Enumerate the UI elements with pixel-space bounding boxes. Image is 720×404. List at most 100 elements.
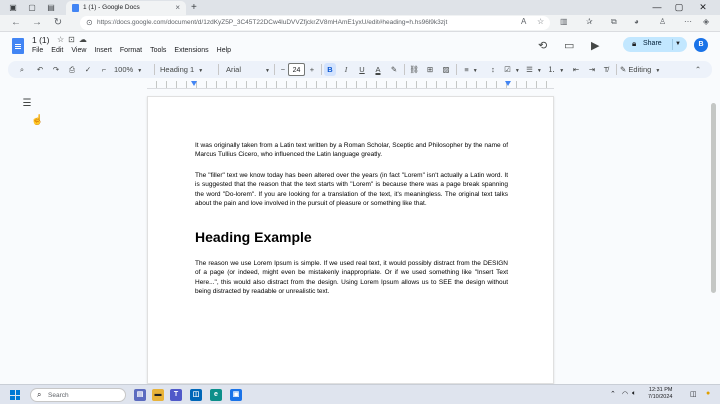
split-screen-icon[interactable]: ▥ bbox=[560, 17, 568, 26]
menu-format[interactable]: Format bbox=[120, 47, 142, 54]
url-input[interactable]: ⊙ https://docs.google.com/document/d/1zd… bbox=[80, 16, 550, 30]
body-paragraph[interactable]: The reason we use Lorem Ipsum is simple.… bbox=[195, 259, 508, 296]
volume-icon[interactable]: 🔈︎ bbox=[632, 390, 636, 398]
new-tab-icon[interactable]: + bbox=[191, 2, 197, 13]
right-indent-marker[interactable] bbox=[505, 81, 511, 86]
menu-file[interactable]: File bbox=[32, 47, 43, 54]
search-menus-icon[interactable]: ⌕ bbox=[16, 63, 28, 76]
window-menu-icon[interactable]: ▣ bbox=[8, 3, 18, 12]
italic-button[interactable]: I bbox=[340, 63, 352, 76]
maximize-icon[interactable]: ▢ bbox=[672, 2, 686, 13]
browser-extension-icon[interactable]: ◕ bbox=[634, 17, 639, 26]
style-select[interactable]: Heading 1 ▼ bbox=[160, 63, 214, 76]
teams-icon[interactable]: T bbox=[170, 389, 182, 401]
numbered-list-icon[interactable]: ⒈ ▼ bbox=[546, 63, 566, 76]
wifi-icon[interactable]: ◠ bbox=[622, 390, 628, 398]
reader-icon[interactable]: A bbox=[521, 17, 526, 26]
bulleted-list-icon[interactable]: ☰ ▼ bbox=[524, 63, 544, 76]
collapse-toolbar-icon[interactable]: ⌃ bbox=[692, 63, 704, 76]
text-color-button[interactable]: A bbox=[372, 63, 384, 76]
forward-icon[interactable]: → bbox=[31, 17, 43, 28]
menu-edit[interactable]: Edit bbox=[51, 47, 63, 54]
close-tab-icon[interactable]: × bbox=[175, 3, 180, 12]
more-options-icon[interactable]: ⋯ bbox=[684, 17, 692, 26]
reload-icon[interactable]: ↻ bbox=[52, 17, 64, 28]
increase-indent-icon[interactable]: ⇥ bbox=[586, 63, 598, 76]
scrollbar-thumb[interactable] bbox=[711, 103, 716, 293]
line-spacing-icon[interactable]: ↕ bbox=[486, 63, 500, 76]
spellcheck-icon[interactable]: ✓ bbox=[82, 63, 94, 76]
increase-font-size-icon[interactable]: + bbox=[307, 63, 317, 76]
tab-groups-icon[interactable]: ▢ bbox=[27, 3, 37, 12]
document-outline-icon[interactable]: ☰ bbox=[20, 97, 34, 111]
cloud-saved-icon[interactable]: ☁ bbox=[79, 35, 91, 44]
docs-logo-icon[interactable] bbox=[12, 38, 24, 54]
vertical-scrollbar[interactable] bbox=[711, 97, 716, 382]
chevron-down-icon: ▼ bbox=[655, 68, 661, 74]
highlight-icon[interactable]: ✎ bbox=[388, 63, 400, 76]
menu-extensions[interactable]: Extensions bbox=[174, 47, 208, 54]
version-history-icon[interactable]: ⟲ bbox=[538, 39, 547, 52]
redo-icon[interactable]: ↷ bbox=[50, 63, 62, 76]
add-comment-icon[interactable]: ⊞ bbox=[424, 63, 436, 76]
start-icon[interactable] bbox=[10, 390, 20, 400]
font-select[interactable]: Arial ▼ bbox=[226, 63, 276, 76]
print-icon[interactable]: ⎙ bbox=[66, 63, 78, 76]
body-paragraph[interactable]: It was originally taken from a Latin tex… bbox=[195, 141, 508, 160]
taskbar-search-input[interactable]: ⌕ Search bbox=[30, 388, 126, 402]
file-explorer-icon[interactable]: ▬ bbox=[152, 389, 164, 401]
menu-help[interactable]: Help bbox=[217, 47, 231, 54]
tab-list-icon[interactable]: ▤ bbox=[46, 3, 56, 12]
divider bbox=[456, 64, 457, 75]
browser-tab[interactable]: 1 (1) - Google Docs × bbox=[66, 1, 186, 15]
bookmark-star-icon[interactable]: ☆ bbox=[537, 17, 544, 26]
menu-tools[interactable]: Tools bbox=[150, 47, 166, 54]
document-title[interactable]: 1 (1) bbox=[32, 35, 49, 45]
zoom-select[interactable]: 100% ▼ bbox=[114, 63, 150, 76]
clear-formatting-icon[interactable]: T̸ bbox=[600, 63, 612, 76]
chevron-down-icon[interactable]: ▼ bbox=[672, 39, 683, 50]
document-heading[interactable]: Heading Example bbox=[195, 229, 312, 245]
site-info-icon[interactable]: ⊙ bbox=[86, 18, 93, 27]
store-icon[interactable]: ◫ bbox=[190, 389, 202, 401]
minimize-icon[interactable]: — bbox=[650, 2, 664, 12]
align-select-icon[interactable]: ≡ ▼ bbox=[460, 63, 482, 76]
system-clock[interactable]: 12:31 PM 7/10/2024 bbox=[648, 387, 672, 401]
document-page[interactable]: It was originally taken from a Latin tex… bbox=[147, 96, 554, 384]
undo-icon[interactable]: ↶ bbox=[34, 63, 46, 76]
app-icon[interactable]: ▣ bbox=[230, 389, 242, 401]
decrease-indent-icon[interactable]: ⇤ bbox=[570, 63, 582, 76]
decrease-font-size-icon[interactable]: − bbox=[278, 63, 288, 76]
left-indent-marker[interactable] bbox=[191, 81, 197, 86]
hidden-icons-icon[interactable]: ⌃ bbox=[610, 390, 616, 398]
body-paragraph[interactable]: The "filler" text we know today has been… bbox=[195, 171, 508, 208]
insert-link-icon[interactable]: ⛓︎ bbox=[408, 63, 420, 76]
window-close-icon[interactable]: ✕ bbox=[696, 2, 710, 13]
move-folder-icon[interactable]: ⊡ bbox=[68, 35, 79, 44]
editing-mode-select[interactable]: ✎ Editing ▼ bbox=[620, 63, 678, 76]
favorites-icon[interactable]: ✰ bbox=[586, 17, 593, 26]
editing-mode-value: Editing bbox=[628, 65, 652, 74]
share-button[interactable]: 🔒︎ Share ▼ bbox=[623, 37, 687, 52]
font-size-input[interactable]: 24 bbox=[288, 63, 305, 76]
menu-insert[interactable]: Insert bbox=[94, 47, 112, 54]
profile-icon[interactable]: ♙ bbox=[659, 17, 666, 26]
star-icon[interactable]: ☆ bbox=[57, 35, 68, 44]
checklist-icon[interactable]: ☑ ▼ bbox=[502, 63, 522, 76]
horizontal-ruler[interactable] bbox=[147, 81, 554, 89]
menu-view[interactable]: View bbox=[71, 47, 86, 54]
comments-icon[interactable]: ▭ bbox=[564, 39, 574, 52]
avatar[interactable]: B bbox=[694, 38, 708, 52]
widgets-icon[interactable]: ● bbox=[706, 390, 710, 397]
meet-icon[interactable]: ▶ bbox=[591, 39, 599, 52]
back-icon[interactable]: ← bbox=[10, 17, 22, 28]
paint-format-icon[interactable]: ⌐ bbox=[98, 63, 110, 76]
bold-button[interactable]: B bbox=[324, 63, 336, 76]
underline-button[interactable]: U bbox=[356, 63, 368, 76]
collections-icon[interactable]: ⧉ bbox=[611, 17, 617, 27]
notifications-icon[interactable]: ◫ bbox=[690, 390, 697, 398]
copilot-icon[interactable]: ◈ bbox=[703, 17, 709, 26]
edge-icon[interactable]: e bbox=[210, 389, 222, 401]
insert-image-icon[interactable]: ▨ bbox=[440, 63, 452, 76]
task-view-icon[interactable]: ▤ bbox=[134, 389, 146, 401]
